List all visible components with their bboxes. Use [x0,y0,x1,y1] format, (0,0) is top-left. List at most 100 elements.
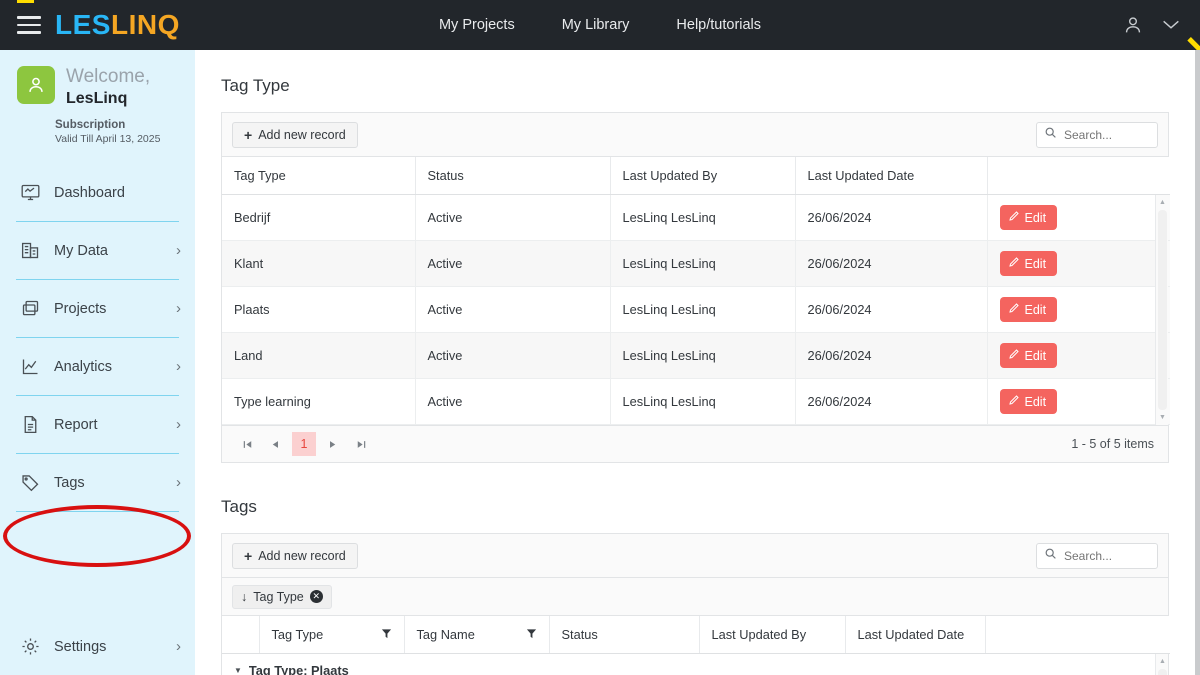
scroll-up-arrow[interactable]: ▲ [1156,655,1168,668]
edit-button[interactable]: Edit [999,251,1058,276]
pagination-last-button[interactable] [350,433,372,455]
group-by-chip-tag-type[interactable]: ↓ Tag Type ✕ [232,584,332,609]
table-cell-actions: Edit [987,195,1157,241]
user-name: LesLinq [66,90,128,107]
pencil-icon [1008,210,1020,225]
tag-type-table-scrollbar[interactable]: ▲ ▼ [1155,195,1168,425]
welcome-greeting: Welcome, [66,66,151,87]
sidebar-chevron: › [176,358,181,375]
tag-type-toolbar: + Add new record [222,113,1168,157]
tag-type-search-box[interactable] [1036,122,1158,148]
nav-my-library[interactable]: My Library [562,17,630,33]
sidebar-item-tags[interactable]: Tags › [0,454,195,511]
filter-icon[interactable] [526,627,537,642]
group-header-cell[interactable]: ▼ Tag Type: Plaats [222,654,1168,675]
nav-help-tutorials[interactable]: Help/tutorials [676,17,761,33]
pencil-icon [1008,256,1020,271]
column-header-last-updated-date[interactable]: Last Updated Date [795,157,988,195]
sidebar-item-my-data[interactable]: My Data › [0,222,195,279]
table-cell-status: Active [415,195,611,241]
user-icon[interactable] [1122,14,1144,36]
tags-group-by-bar: ↓ Tag Type ✕ [222,578,1168,616]
scroll-thumb[interactable] [1158,669,1167,675]
table-cell-last-updated-by: LesLinq LesLinq [610,195,796,241]
plus-icon: + [244,547,253,564]
sidebar-item-label: Analytics [54,358,113,375]
tags-table-scrollbar[interactable]: ▲ ▼ [1155,654,1168,675]
add-button-label: Add new record [258,127,346,142]
pagination-prev-button[interactable] [264,433,286,455]
edit-button[interactable]: Edit [999,343,1058,368]
sidebar-chevron: › [176,242,181,259]
tag-type-add-new-record-button[interactable]: + Add new record [232,121,358,148]
table-row[interactable]: Klant Active LesLinq LesLinq 26/06/2024 Edit [222,240,1170,287]
table-cell-actions: Edit [987,286,1157,333]
edit-button[interactable]: Edit [999,389,1058,414]
gear-icon [18,635,42,659]
page-scrollbar[interactable] [1195,50,1200,675]
column-header-last-updated-by[interactable]: Last Updated By [610,157,796,195]
subscription-valid-date: Valid Till April 13, 2025 [55,133,161,145]
table-cell-tag-type: Plaats [222,286,416,333]
column-header-last-updated-by[interactable]: Last Updated By [699,616,846,654]
edit-button[interactable]: Edit [999,205,1058,230]
sidebar-item-settings[interactable]: Settings › [0,618,195,675]
tags-page-title: Tags [221,497,257,516]
tags-search-input[interactable] [1064,549,1148,563]
pencil-icon [1008,302,1020,317]
edit-button-label: Edit [1024,394,1047,409]
sidebar-item-label: Tags [54,474,85,491]
table-row[interactable]: Land Active LesLinq LesLinq 26/06/2024 Edit [222,332,1170,379]
edit-button-label: Edit [1024,348,1047,363]
scroll-down-arrow[interactable]: ▼ [1156,411,1169,424]
scroll-up-arrow[interactable]: ▲ [1156,196,1169,209]
table-row[interactable]: Plaats Active LesLinq LesLinq 26/06/2024 Edi… [222,286,1170,333]
sidebar-chevron: › [176,416,181,433]
table-cell-actions: Edit [987,332,1157,379]
column-header-tag-name[interactable]: Tag Name [404,616,550,654]
application-window: LES LINQ My Projects My Library Help/tut… [0,0,1200,675]
sidebar-item-dashboard[interactable]: Dashboard [0,164,195,221]
edit-button-label: Edit [1024,302,1047,317]
column-header-status[interactable]: Status [549,616,700,654]
sidebar-chevron: › [176,638,181,655]
logo-e-accent [17,0,34,3]
edit-button[interactable]: Edit [999,297,1058,322]
edit-button-label: Edit [1024,210,1047,225]
report-icon [18,413,42,437]
column-header-last-updated-date[interactable]: Last Updated Date [845,616,986,654]
subscription-block: Subscription Valid Till April 13, 2025 [55,118,195,146]
analytics-icon [18,355,42,379]
chevron-down-icon[interactable] [1160,18,1182,32]
remove-group-icon[interactable]: ✕ [309,590,323,603]
pagination-first-button[interactable] [236,433,258,455]
group-header-row[interactable]: ▼ Tag Type: Plaats [222,654,1168,675]
collapse-triangle-icon[interactable]: ▼ [234,666,242,675]
column-header-status[interactable]: Status [415,157,611,195]
search-icon [1044,126,1057,144]
sidebar-item-label: My Data [54,242,108,259]
sidebar-item-report[interactable]: Report › [0,396,195,453]
search-icon [1044,547,1057,565]
database-icon [18,239,42,263]
filter-icon[interactable] [381,627,392,642]
scroll-thumb[interactable] [1158,210,1167,410]
table-cell-status: Active [415,378,611,425]
pagination-next-button[interactable] [322,433,344,455]
tag-type-table-body: Bedrijf Active LesLinq LesLinq 26/06/2024 Ed… [222,195,1170,425]
table-cell-last-updated-date: 26/06/2024 [795,240,988,287]
sidebar-item-analytics[interactable]: Analytics › [0,338,195,395]
table-cell-last-updated-date: 26/06/2024 [795,378,988,425]
table-row[interactable]: Bedrijf Active LesLinq LesLinq 26/06/2024 Ed… [222,195,1170,241]
tag-type-search-input[interactable] [1064,128,1148,142]
table-row[interactable]: Type learning Active LesLinq LesLinq 26/06/… [222,378,1170,425]
column-header-tag-type[interactable]: Tag Type [222,157,416,195]
pagination-page-1[interactable]: 1 [292,432,316,456]
table-cell-last-updated-date: 26/06/2024 [795,332,988,379]
column-header-tag-type[interactable]: Tag Type [259,616,405,654]
sort-ascending-icon[interactable]: ↓ [241,590,247,604]
nav-my-projects[interactable]: My Projects [439,17,515,33]
sidebar-item-projects[interactable]: Projects › [0,280,195,337]
tags-search-box[interactable] [1036,543,1158,569]
tags-add-new-record-button[interactable]: + Add new record [232,542,358,569]
